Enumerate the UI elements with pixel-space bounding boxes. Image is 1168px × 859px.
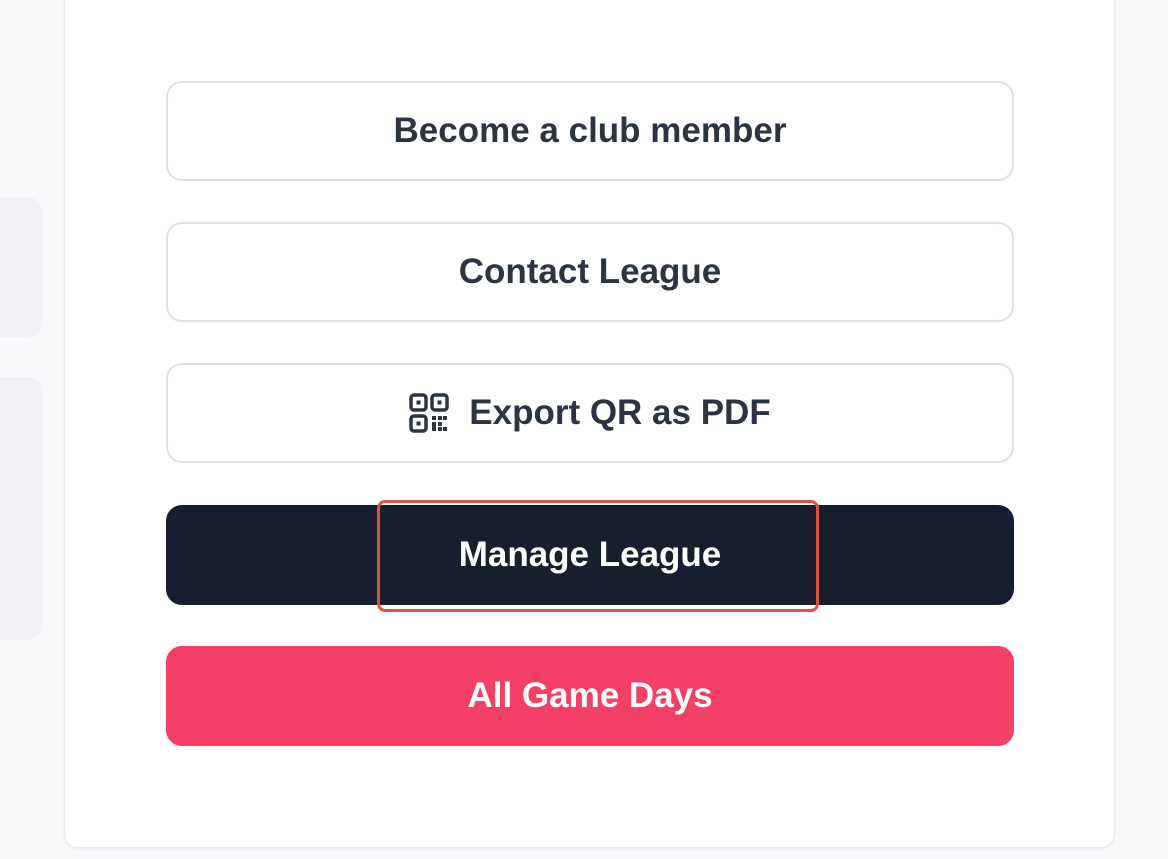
qr-code-icon <box>409 393 450 433</box>
all-game-days-button[interactable]: All Game Days <box>166 646 1014 746</box>
become-club-member-label: Become a club member <box>393 111 787 150</box>
export-qr-pdf-button[interactable]: Export QR as PDF <box>166 363 1014 463</box>
manage-league-button[interactable]: Manage League <box>166 505 1014 605</box>
background-card-bottom <box>0 377 42 640</box>
all-game-days-label: All Game Days <box>467 676 713 715</box>
become-club-member-button[interactable]: Become a club member <box>166 81 1014 181</box>
manage-league-label: Manage League <box>458 535 722 574</box>
contact-league-label: Contact League <box>458 252 722 291</box>
background-card-top <box>0 197 42 337</box>
export-qr-pdf-label: Export QR as PDF <box>469 393 771 432</box>
contact-league-button[interactable]: Contact League <box>166 222 1014 322</box>
